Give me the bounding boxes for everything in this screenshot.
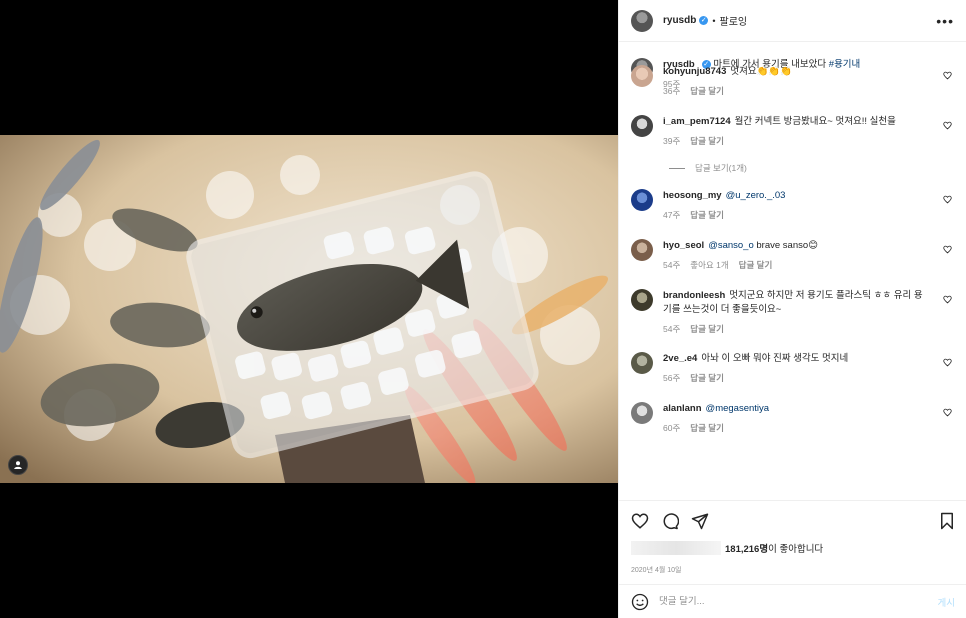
reply-button[interactable]: 답글 달기 [690,210,724,220]
likes-count: 181,216명 [725,544,769,555]
blurred-liker-name [631,541,721,555]
commenter-avatar[interactable] [631,402,653,424]
comment-item: kohyunju8743 멋져요👏👏👏 36주 답글 달기 [631,65,954,97]
comment-emoji: 😊 [808,240,819,251]
post-comment-button[interactable]: 게시 [938,595,955,609]
commenter-avatar[interactable] [631,239,653,261]
comment-age: 47주 [663,210,681,220]
comment-age: 39주 [663,136,681,146]
comment-mention[interactable]: @megasentiya [706,403,770,414]
verified-icon: ✓ [699,16,709,25]
likes-suffix: 이 좋아합니다 [768,544,824,555]
bookmark-icon[interactable] [939,512,955,530]
separator-dot: • [712,15,716,26]
comment-age: 54주 [663,324,681,334]
comment-username[interactable]: kohyunju8743 [663,66,726,77]
post-sidebar: ryusdb ✓ • 팔로잉 ••• ryusdb ✓ 마트에 가서 용기를 내보… [618,0,966,618]
comment-text: 월간 커넥트 방금봤내요~ 멋져요!! 실천을 [734,116,896,127]
comment-username[interactable]: i_am_pem7124 [663,116,731,127]
commenter-avatar[interactable] [631,65,653,87]
comment-text: 아놔 이 오빠 뭐야 진짜 생각도 멋지네 [701,353,849,364]
post-header: ryusdb ✓ • 팔로잉 ••• [619,0,966,42]
comment-item: 2ve_.e4 아놔 이 오빠 뭐야 진짜 생각도 멋지네 56주 답글 달기 [631,352,954,384]
commenter-avatar[interactable] [631,289,653,311]
reply-button[interactable]: 답글 달기 [690,136,724,146]
comment-emoji: 👏👏👏 [756,66,793,77]
person-icon [14,461,22,469]
commenter-avatar[interactable] [631,189,653,211]
following-button[interactable]: 팔로잉 [720,13,748,28]
like-comment-heart-icon[interactable] [943,408,952,417]
reply-button[interactable]: 답글 달기 [690,86,724,96]
emoji-smile-icon[interactable] [631,593,649,611]
author-username[interactable]: ryusdb [663,15,696,26]
like-heart-icon[interactable] [631,512,649,530]
like-comment-heart-icon[interactable] [943,295,952,304]
post-date: 2020년 4월 10일 [631,567,682,574]
view-replies-label: 답글 보기(1개) [695,163,747,173]
comment-age: 54주 [663,260,681,270]
comment-mention[interactable]: @u_zero._.03 [726,190,786,201]
comment-age: 60주 [663,423,681,433]
comment-item: heosong_my @u_zero._.03 47주 답글 달기 [631,189,954,221]
post-photo[interactable] [0,135,618,483]
comment-username[interactable]: heosong_my [663,190,722,201]
tagged-user-button[interactable] [8,455,28,475]
commenter-avatar[interactable] [631,352,653,374]
reply-button[interactable]: 답글 달기 [739,260,773,270]
replies-line [669,167,685,169]
comment-username[interactable]: alanlann [663,403,702,414]
view-replies-button[interactable]: 답글 보기(1개) [669,162,747,174]
more-options-icon[interactable]: ••• [936,13,954,29]
comment-text: brave sanso [753,240,809,251]
post-media [0,0,618,618]
comment-item: brandonleesh 멋지군요 하지만 저 용기도 플라스틱 ㅎㅎ 유리 용기… [631,289,954,335]
like-comment-heart-icon[interactable] [943,358,952,367]
fish-in-container-image [0,135,618,483]
comment-text: 멋져요 [730,66,757,77]
like-comment-heart-icon[interactable] [943,195,952,204]
comment-bubble-icon[interactable] [661,512,679,530]
comment-item: i_am_pem7124 월간 커넥트 방금봤내요~ 멋져요!! 실천을 39주 답… [631,115,954,147]
comment-input[interactable] [659,596,938,607]
comment-item: hyo_seol @sanso_o brave sanso😊 54주 좋아요 1개 답… [631,239,954,271]
like-comment-heart-icon[interactable] [943,71,952,80]
comment-composer: 게시 [619,584,966,618]
comment-age: 36주 [663,86,681,96]
reply-button[interactable]: 답글 달기 [690,324,724,334]
comment-username[interactable]: hyo_seol [663,240,704,251]
comment-mention[interactable]: @sanso_o [708,240,754,251]
like-comment-heart-icon[interactable] [943,245,952,254]
comment-likes[interactable]: 좋아요 1개 [690,260,728,270]
like-comment-heart-icon[interactable] [943,121,952,130]
post-actions: 181,216명 이 좋아합니다 2020년 4월 10일 [619,500,966,584]
comment-username[interactable]: 2ve_.e4 [663,353,697,364]
commenter-avatar[interactable] [631,115,653,137]
comment-age: 56주 [663,373,681,383]
reply-button[interactable]: 답글 달기 [690,373,724,383]
author-avatar[interactable] [631,9,653,32]
likes-summary[interactable]: 181,216명 이 좋아합니다 [631,541,955,555]
comment-username[interactable]: brandonleesh [663,290,725,301]
comment-item: alanlann @megasentiya 60주 답글 달기 [631,402,954,434]
reply-button[interactable]: 답글 달기 [690,423,724,433]
share-paper-plane-icon[interactable] [691,512,709,530]
